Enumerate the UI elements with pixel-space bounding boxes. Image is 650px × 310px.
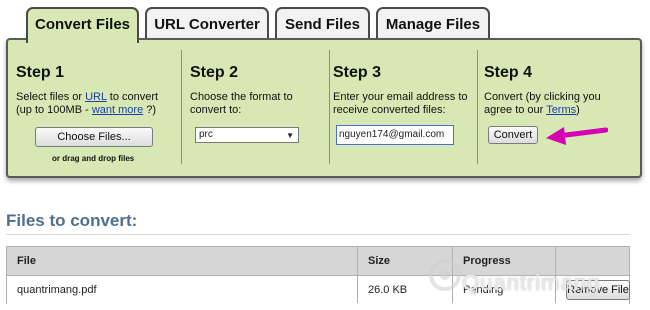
column-divider <box>357 247 358 303</box>
section-divider <box>6 234 630 235</box>
format-select-value: prc <box>199 129 213 140</box>
file-name-cell: quantrimang.pdf <box>17 284 97 296</box>
column-header-size: Size <box>368 255 391 267</box>
step-3-title: Step 3 <box>333 64 382 81</box>
choose-files-button[interactable]: Choose Files... <box>35 127 153 147</box>
watermark-text: Quantrimang <box>462 270 601 295</box>
step-3: Step 3 Enter your email address to recei… <box>333 46 473 170</box>
step-1-title: Step 1 <box>16 64 65 81</box>
tab-convert-files[interactable]: Convert Files <box>26 7 139 43</box>
step-divider <box>329 50 330 164</box>
file-size-cell: 26.0 KB <box>368 284 408 296</box>
convert-button[interactable]: Convert <box>488 126 538 144</box>
step-4-title: Step 4 <box>484 64 533 81</box>
step-1: Step 1 Select files or URL to convert (u… <box>16 46 176 170</box>
step-2-description: Choose the format to convert to: <box>190 91 293 116</box>
tab-url-converter[interactable]: URL Converter <box>145 7 269 40</box>
step-2-title: Step 2 <box>190 64 239 81</box>
step-divider <box>477 50 478 164</box>
terms-link[interactable]: Terms <box>546 104 576 116</box>
step-divider <box>181 50 182 164</box>
arrow-left-icon <box>546 127 608 145</box>
column-header-file: File <box>17 255 36 267</box>
step-4-description: Convert (by clicking you agree to our Te… <box>484 91 601 116</box>
want-more-link[interactable]: want more <box>92 104 143 116</box>
converter-panel: Step 1 Select files or URL to convert (u… <box>6 38 642 178</box>
step-4: Step 4 Convert (by clicking you agree to… <box>484 46 634 170</box>
format-select[interactable]: prc ▼ <box>195 127 299 143</box>
url-link[interactable]: URL <box>85 91 107 103</box>
tab-send-files[interactable]: Send Files <box>275 7 370 40</box>
drag-drop-hint: or drag and drop files <box>52 154 135 163</box>
files-section-title: Files to convert: <box>6 211 138 230</box>
column-divider <box>452 247 453 303</box>
step-2: Step 2 Choose the format to convert to: … <box>190 46 325 170</box>
step-3-description: Enter your email address to receive conv… <box>333 91 468 116</box>
step-1-description: Select files or URL to convert (up to 10… <box>16 91 159 116</box>
chevron-down-icon: ▼ <box>286 131 294 140</box>
email-input[interactable]: nguyen174@gmail.com <box>336 125 454 145</box>
tab-manage-files[interactable]: Manage Files <box>376 7 490 40</box>
